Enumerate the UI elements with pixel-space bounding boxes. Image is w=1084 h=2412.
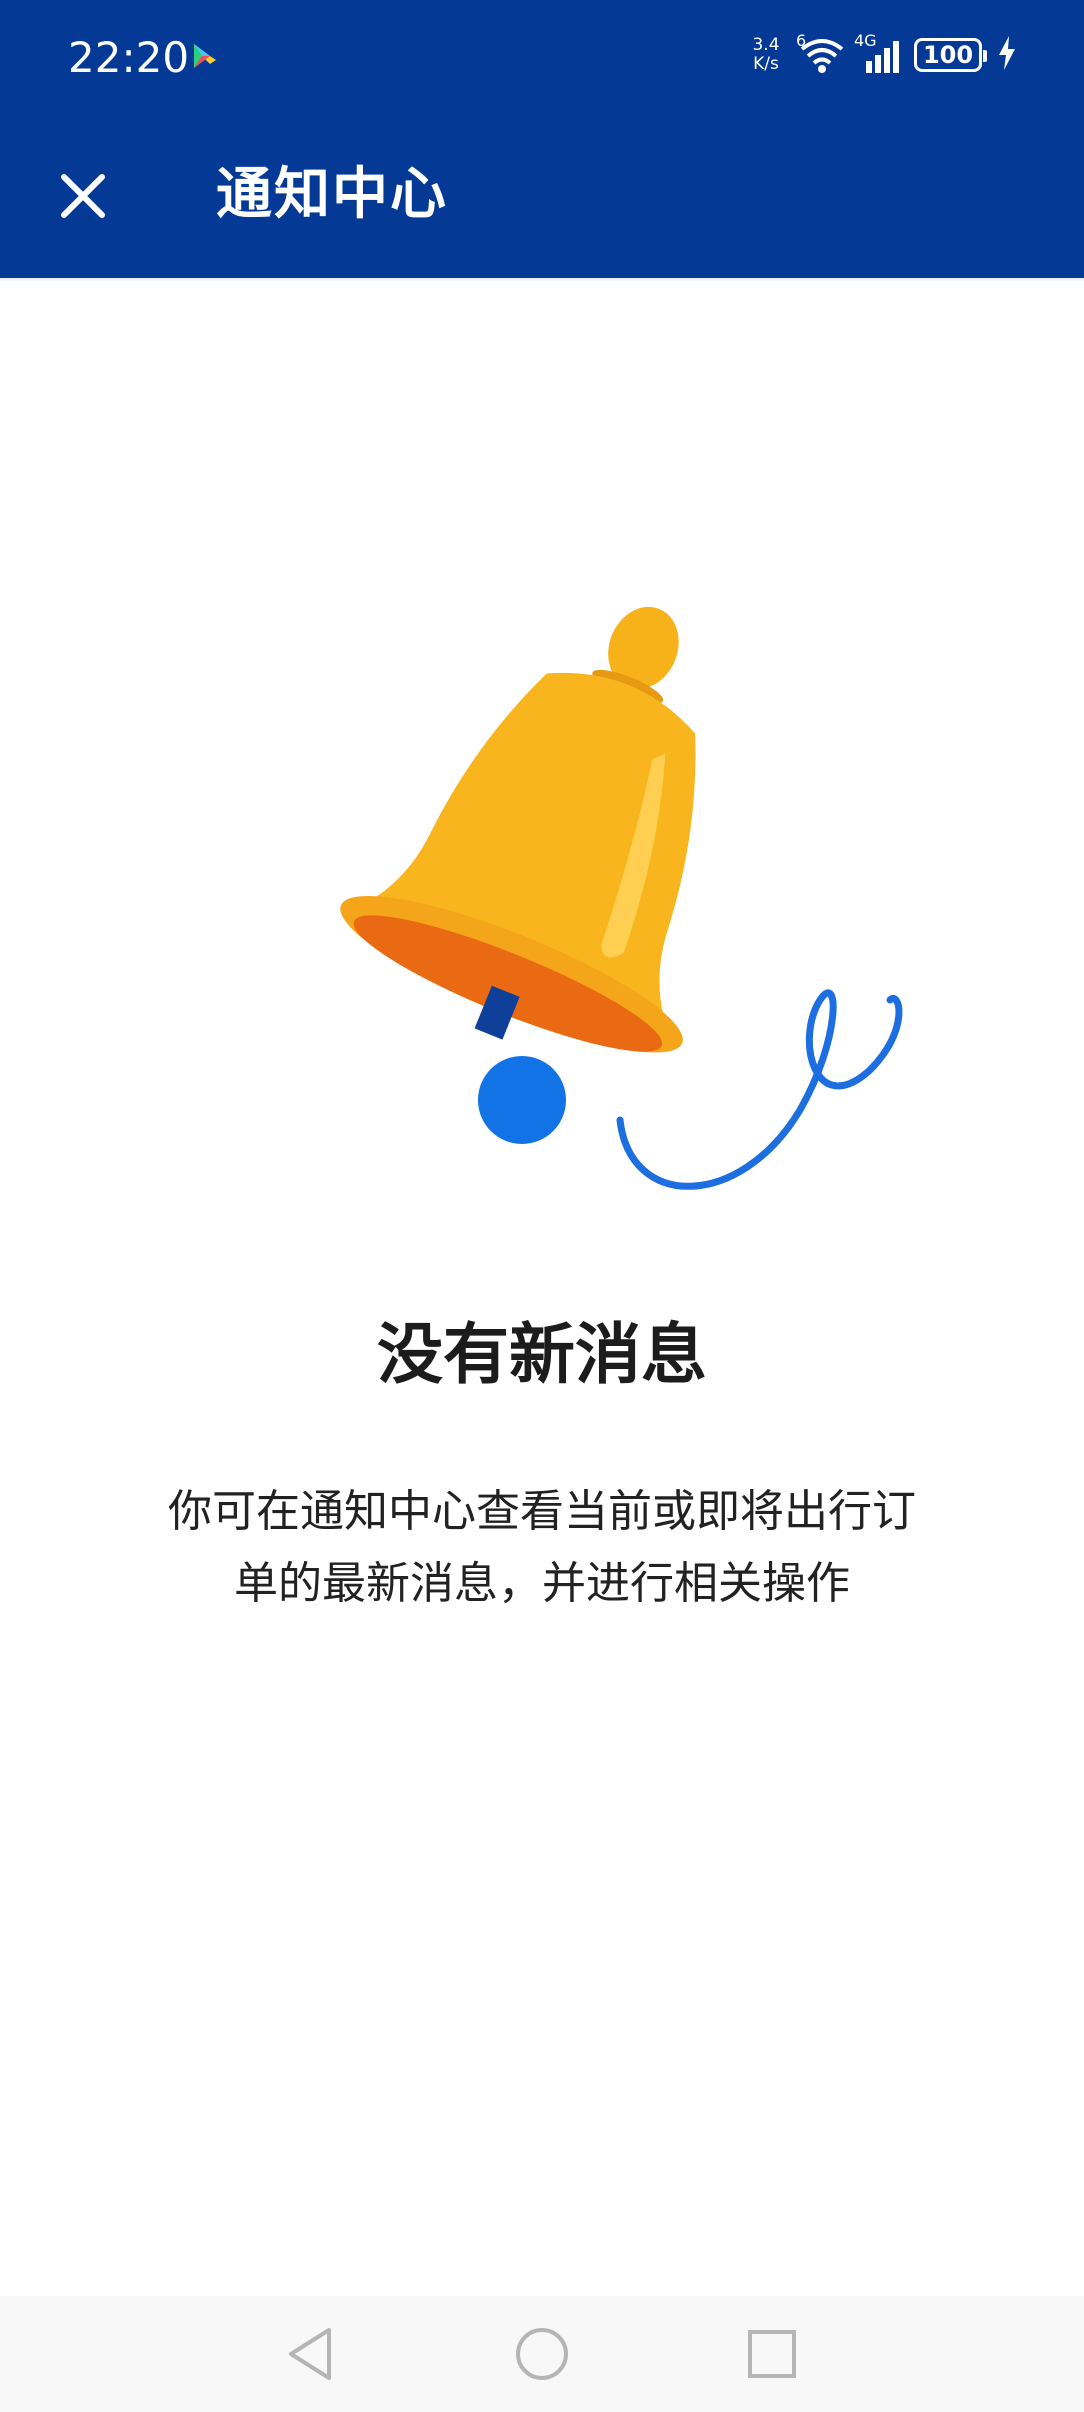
network-speed-unit: K/s bbox=[753, 54, 779, 74]
charging-icon bbox=[998, 36, 1016, 74]
cell-label: 4G bbox=[854, 31, 877, 50]
app-bar: 通知中心 bbox=[0, 110, 1084, 278]
recents-button[interactable] bbox=[734, 2316, 810, 2392]
recents-square-icon bbox=[748, 2330, 796, 2378]
cellular-signal-icon: 4G bbox=[854, 31, 904, 75]
battery-icon: 100 bbox=[914, 38, 987, 72]
back-button[interactable] bbox=[272, 2316, 348, 2392]
system-nav-bar bbox=[0, 2296, 1084, 2412]
network-speed-value: 3.4 bbox=[752, 35, 780, 55]
back-triangle-icon bbox=[289, 2328, 331, 2380]
header-divider bbox=[0, 278, 1084, 282]
wifi-label: 6 bbox=[796, 31, 807, 50]
empty-state-description: 你可在通知中心查看当前或即将出行订 单的最新消息，并进行相关操作 bbox=[120, 1476, 964, 1620]
description-line-1: 你可在通知中心查看当前或即将出行订 bbox=[168, 1486, 916, 1537]
status-indicators: 3.4 K/s 6 4G 100 bbox=[746, 30, 1016, 80]
network-speed: 3.4 K/s bbox=[746, 36, 786, 74]
home-button[interactable] bbox=[504, 2316, 580, 2392]
top-header: 22:20 3.4 K/s 6 4G 100 通知中心 bbox=[0, 0, 1084, 278]
play-store-icon bbox=[188, 40, 220, 72]
bell-icon bbox=[300, 570, 920, 1210]
page-title: 通知中心 bbox=[216, 162, 448, 227]
close-button[interactable] bbox=[40, 153, 126, 239]
description-line-2: 单的最新消息，并进行相关操作 bbox=[234, 1558, 850, 1609]
wifi-icon: 6 bbox=[796, 31, 844, 75]
status-bar: 22:20 3.4 K/s 6 4G 100 bbox=[0, 0, 1084, 110]
empty-state-title: 没有新消息 bbox=[377, 1316, 707, 1393]
close-icon bbox=[61, 174, 105, 218]
home-circle-icon bbox=[516, 2328, 568, 2380]
status-time: 22:20 bbox=[68, 33, 190, 82]
